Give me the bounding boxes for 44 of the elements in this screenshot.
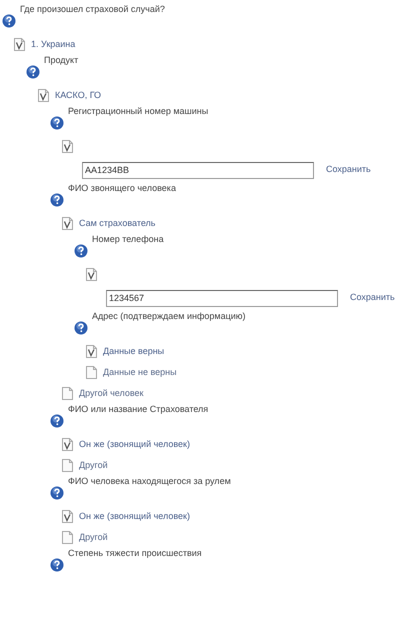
answer-option[interactable]: Данные не верны — [103, 366, 177, 380]
help-icon — [50, 116, 64, 130]
help-icon — [2, 14, 16, 28]
question-text: Регистрационный номер машины — [68, 106, 208, 117]
answer-option[interactable]: Сам страхователь — [79, 216, 156, 230]
checkbox[interactable] — [62, 438, 73, 451]
checkbox[interactable] — [62, 459, 73, 472]
answer-option[interactable]: Другой человек — [79, 386, 144, 400]
checkbox[interactable] — [38, 89, 49, 102]
checkbox[interactable] — [62, 217, 73, 230]
question-text: ФИО или название Страхователя — [68, 404, 208, 415]
answer-option[interactable]: КАСКО, ГО — [55, 88, 102, 102]
answer-option[interactable]: 1. Украина — [31, 38, 76, 52]
save-link[interactable]: Сохранить — [350, 291, 395, 305]
save-link[interactable]: Сохранить — [326, 163, 371, 177]
question-text: Где произошел страховой случай? — [20, 4, 165, 15]
question-text: Адрес (подтверждаем информацию) — [92, 311, 246, 322]
answer-option[interactable]: Другой — [79, 458, 108, 472]
question-text: Продукт — [44, 55, 78, 66]
question-text: ФИО звонящего человека — [68, 183, 176, 194]
checkbox[interactable] — [86, 366, 97, 379]
checkbox[interactable] — [86, 345, 97, 358]
help-icon — [50, 414, 64, 428]
question-text: Номер телефона — [92, 234, 164, 245]
answer-option[interactable]: Другой — [79, 530, 108, 544]
question-text: ФИО человека находящегося за рулем — [68, 476, 231, 487]
help-icon — [74, 321, 88, 335]
checkbox[interactable] — [62, 531, 73, 544]
checkbox[interactable] — [62, 510, 73, 523]
checkbox[interactable] — [86, 268, 97, 281]
help-icon — [50, 558, 64, 572]
question-text: Степень тяжести происшествия — [68, 548, 202, 559]
help-icon — [50, 486, 64, 500]
checkbox[interactable] — [62, 140, 73, 153]
help-icon — [26, 65, 40, 79]
checkbox[interactable] — [14, 38, 25, 51]
help-icon — [74, 244, 88, 258]
answer-option[interactable]: Он же (звонящий человек) — [79, 438, 190, 452]
answer-option[interactable]: Данные верны — [103, 344, 164, 358]
input-field[interactable]: 1234567 — [106, 290, 338, 306]
input-field[interactable]: AA1234BB — [82, 162, 314, 178]
checkbox[interactable] — [62, 387, 73, 400]
help-icon — [50, 193, 64, 207]
answer-option[interactable]: Он же (звонящий человек) — [79, 510, 190, 524]
